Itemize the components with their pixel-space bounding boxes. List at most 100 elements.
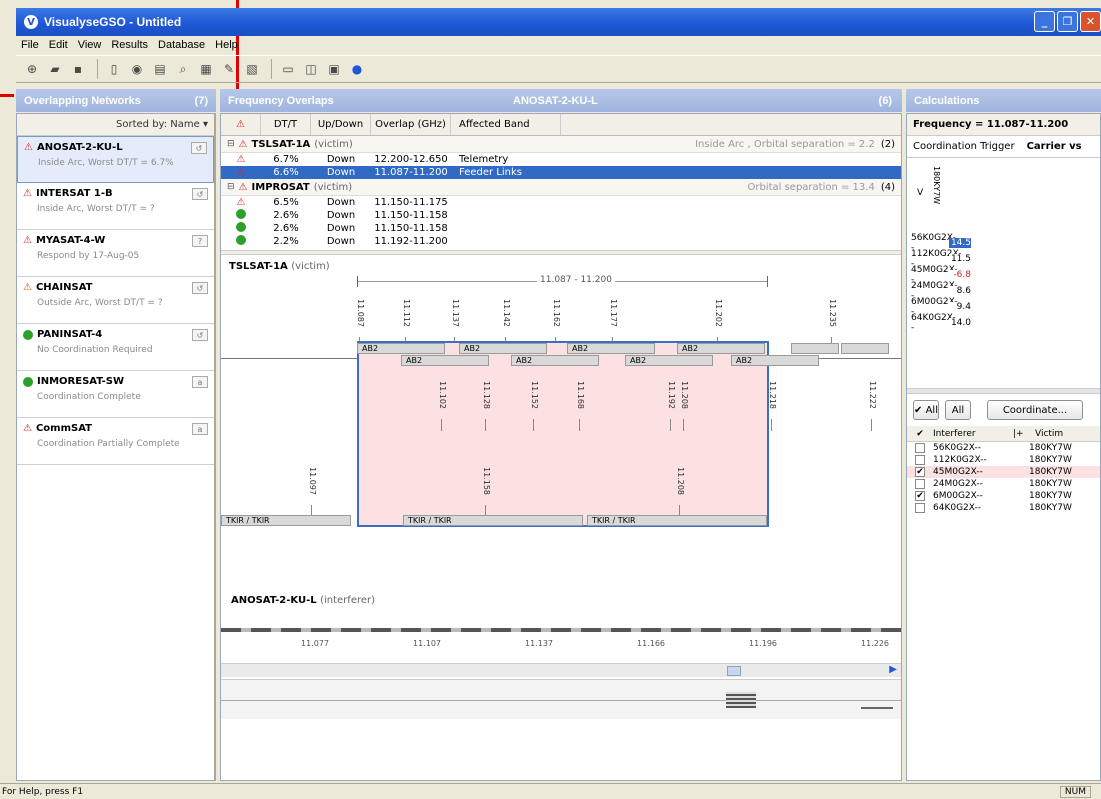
restore-button[interactable]: ❐ [1057, 11, 1078, 32]
matrix-value[interactable]: 14.0 [949, 318, 971, 328]
network-item[interactable]: INMORESAT-SW Coordination Complete a [17, 371, 214, 418]
row-checkbox[interactable] [915, 503, 925, 513]
network-item[interactable]: ⚠ ANOSAT-2-KU-L Inside Arc, Worst DT/T = 6… [17, 136, 214, 183]
col-dtt[interactable]: DT/T [261, 114, 311, 135]
open-folder-icon[interactable]: ▰ [45, 59, 65, 79]
network-item[interactable]: ⚠ CHAINSAT Outside Arc, Worst DT/T = ? ↺ [17, 277, 214, 324]
overlap-group-header[interactable]: ⊟ ⚠ TSLSAT-1A (victim) Inside Arc , Orbital … [221, 136, 901, 153]
report-icon[interactable]: ▤ [150, 59, 170, 79]
layout-single-icon[interactable]: ▭ [278, 59, 298, 79]
ab2-band-block[interactable]: AB2 [677, 343, 765, 354]
network-item[interactable]: ⚠ CommSAT Coordination Partially Complete a [17, 418, 214, 465]
collapse-icon[interactable]: ⊟ [227, 139, 235, 149]
col-check[interactable]: ✔ [907, 429, 933, 439]
overlap-group-header[interactable]: ⊟ ⚠ IMPROSAT (victim) Orbital separation = 1… [221, 179, 901, 196]
coordinate-button[interactable]: Coordinate... [987, 400, 1083, 420]
row-checkbox[interactable] [915, 455, 925, 465]
ab2-band-block[interactable]: AB2 [731, 355, 819, 366]
ab2-band-block[interactable]: AB2 [511, 355, 599, 366]
interferer-row[interactable]: ✔ 6M00G2X-- 180KY7W [907, 490, 1100, 502]
network-badge[interactable]: ↺ [192, 282, 208, 294]
col-interferer[interactable]: Interferer [933, 429, 1013, 439]
select-all-button[interactable]: All [945, 400, 971, 420]
tab-coordination-trigger[interactable]: Coordination Trigger [907, 141, 1021, 152]
col-sort[interactable]: |+ [1013, 429, 1035, 439]
matrix-value[interactable]: 8.6 [949, 286, 971, 296]
network-badge[interactable]: ↺ [192, 329, 208, 341]
edit-document-icon[interactable]: ✎ [219, 59, 239, 79]
col-overlap[interactable]: Overlap (GHz) [371, 114, 451, 135]
new-document-icon[interactable]: ▯ [104, 59, 124, 79]
overlap-row[interactable]: ⚠ 6.6% Down 11.087-11.200 Feeder Links [221, 166, 901, 179]
network-item[interactable]: PANINSAT-4 No Coordination Required ↺ [17, 324, 214, 371]
ab2-band-block[interactable]: AB2 [459, 343, 547, 354]
interferer-row[interactable]: 56K0G2X-- 180KY7W [907, 442, 1100, 454]
overlap-row[interactable]: 2.6% Down 11.150-11.158 [221, 222, 901, 235]
print-icon[interactable]: ▦ [196, 59, 216, 79]
matrix-value[interactable]: -6.8 [949, 270, 971, 280]
col-victim[interactable]: Victim [1035, 429, 1095, 439]
matrix-value[interactable]: 11.5 [949, 254, 971, 264]
database-icon[interactable]: ◉ [127, 59, 147, 79]
about-icon[interactable]: ● [347, 59, 367, 79]
minimize-button[interactable]: _ [1034, 11, 1055, 32]
menu-file[interactable]: File [16, 39, 44, 51]
matrix-value[interactable]: 14.5 [949, 238, 971, 248]
ab2-band-block[interactable] [841, 343, 889, 354]
interferer-row[interactable]: 64K0G2X-- 180KY7W [907, 502, 1100, 514]
network-badge[interactable]: a [192, 376, 208, 388]
overview-strip[interactable] [221, 679, 901, 719]
ab2-band-block[interactable] [791, 343, 839, 354]
ab2-band-block[interactable]: AB2 [625, 355, 713, 366]
layout-panel-icon[interactable]: ▣ [324, 59, 344, 79]
new-network-icon[interactable]: ⊕ [22, 59, 42, 79]
menu-view[interactable]: View [73, 39, 107, 51]
menu-edit[interactable]: Edit [44, 39, 73, 51]
tklr-band-block[interactable]: TKlR / TKlR [221, 515, 351, 526]
interferer-row[interactable]: 24M0G2X-- 180KY7W [907, 478, 1100, 490]
tklr-band-block[interactable]: TKlR / TKlR [587, 515, 767, 526]
collapse-icon[interactable]: ⊟ [227, 182, 235, 192]
row-checkbox[interactable]: ✔ [915, 467, 925, 477]
select-all-checked-button[interactable]: ✔ All [913, 400, 939, 420]
col-affected-band[interactable]: Affected Band [451, 114, 561, 135]
row-checkbox[interactable] [915, 443, 925, 453]
frequency-label: 11.102 [438, 381, 447, 409]
menu-results[interactable]: Results [106, 39, 153, 51]
interferer-row[interactable]: 112K0G2X-- 180KY7W [907, 454, 1100, 466]
network-badge[interactable]: ↺ [192, 188, 208, 200]
network-item[interactable]: ⚠ INTERSAT 1-B Inside Arc, Worst DT/T = ? ↺ [17, 183, 214, 230]
tklr-band-block[interactable]: TKlR / TKlR [403, 515, 583, 526]
layout-split-icon[interactable]: ◫ [301, 59, 321, 79]
overlap-row[interactable]: ⚠ 6.7% Down 12.200-12.650 Telemetry [221, 153, 901, 166]
ab2-band-block[interactable]: AB2 [357, 343, 445, 354]
scroll-right-arrow-icon[interactable]: ▶ [889, 664, 897, 675]
matrix-value[interactable]: 9.4 [949, 302, 971, 312]
menu-database[interactable]: Database [153, 39, 210, 51]
row-checkbox[interactable]: ✔ [915, 491, 925, 501]
close-button[interactable]: ✕ [1080, 11, 1101, 32]
overlap-row[interactable]: 2.2% Down 11.192-11.200 [221, 235, 901, 248]
matrix-row[interactable]: 64K0G2X-- 14.0 [911, 313, 971, 333]
col-warning[interactable]: ⚠ [221, 114, 261, 135]
network-item[interactable]: ⚠ MYASAT-4-W Respond by 17-Aug-05? [17, 230, 214, 277]
row-checkbox[interactable] [915, 479, 925, 489]
ab2-band-block[interactable]: AB2 [567, 343, 655, 354]
network-badge[interactable]: ? [192, 235, 208, 247]
search-icon[interactable]: ⌕ [173, 59, 193, 79]
overlap-row[interactable]: ⚠ 6.5% Down 11.150-11.175 [221, 196, 901, 209]
sort-dropdown[interactable]: Sorted by: Name ▾ [17, 114, 214, 136]
matrix-area: V 180KY7W 56K0G2X-- 14.5 112K0G2X-- 11.5 45M… [907, 158, 1100, 388]
scrollbar-thumb[interactable] [727, 666, 741, 676]
col-updown[interactable]: Up/Down [311, 114, 371, 135]
network-badge[interactable]: ↺ [191, 142, 207, 154]
network-badge[interactable]: a [192, 423, 208, 435]
menu-help[interactable]: Help [210, 39, 243, 51]
horizontal-scrollbar[interactable]: ▶ [221, 663, 901, 677]
chart-icon[interactable]: ▧ [242, 59, 262, 79]
save-icon[interactable]: ▪ [68, 59, 88, 79]
ab2-band-block[interactable]: AB2 [401, 355, 489, 366]
interferer-row[interactable]: ✔ 45M0G2X-- 180KY7W [907, 466, 1100, 478]
tab-carrier-vs[interactable]: Carrier vs [1021, 141, 1088, 152]
overlap-row[interactable]: 2.6% Down 11.150-11.158 [221, 209, 901, 222]
